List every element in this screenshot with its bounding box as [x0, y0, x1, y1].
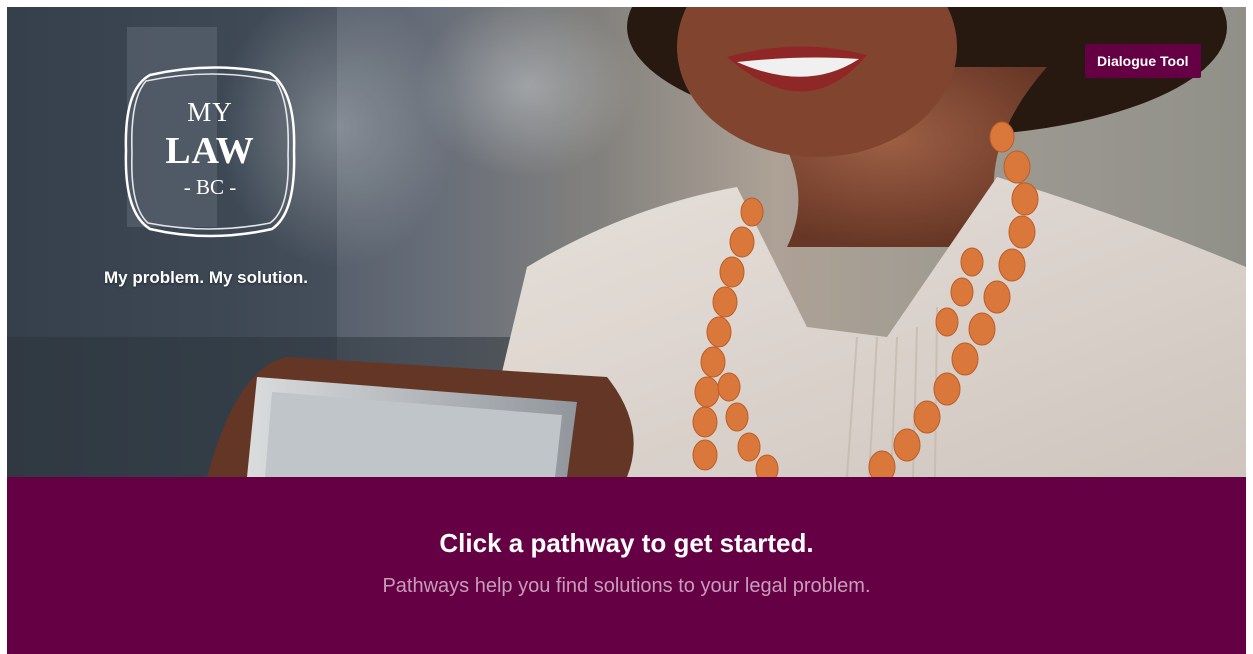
hero-tagline: My problem. My solution.	[104, 268, 309, 287]
banner-title: Click a pathway to get started.	[439, 528, 814, 558]
banner-subtitle: Pathways help you find solutions to your…	[382, 575, 871, 597]
mylawbc-logo[interactable]: MY LAW - BC -	[120, 63, 300, 239]
page: Dialogue Tool MY LAW - BC - My problem. …	[7, 7, 1246, 654]
hero-banner: Dialogue Tool MY LAW - BC - My problem. …	[7, 7, 1246, 477]
dialogue-tool-button[interactable]: Dialogue Tool	[1085, 44, 1201, 78]
logo-text-my: MY	[187, 97, 233, 127]
logo-text-bc: - BC -	[183, 175, 237, 199]
logo-text-law: LAW	[165, 130, 255, 172]
pathway-banner: Click a pathway to get started. Pathways…	[7, 477, 1246, 654]
